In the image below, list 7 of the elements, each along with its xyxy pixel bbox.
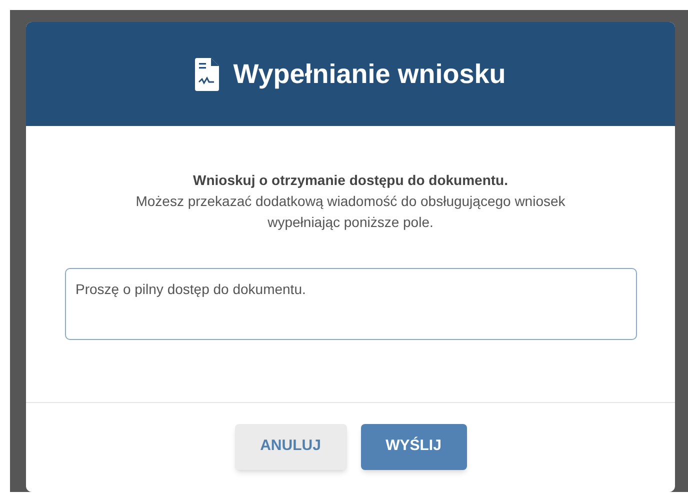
message-field[interactable]: Proszę o pilny dostęp do dokumentu. (64, 268, 636, 340)
cancel-button[interactable]: ANULUJ (234, 424, 346, 470)
intro-text: Możesz przekazać dodatkową wiadomość do obsługującego wniosek wypełniając poniższe pole. (136, 192, 566, 232)
dialog-title: Wypełnianie wniosku (233, 58, 506, 91)
document-icon (195, 58, 220, 90)
intro-heading: Wnioskuj o otrzymanie dostępu do dokumentu. (192, 171, 508, 190)
send-button[interactable]: WYŚLIJ (360, 424, 466, 470)
